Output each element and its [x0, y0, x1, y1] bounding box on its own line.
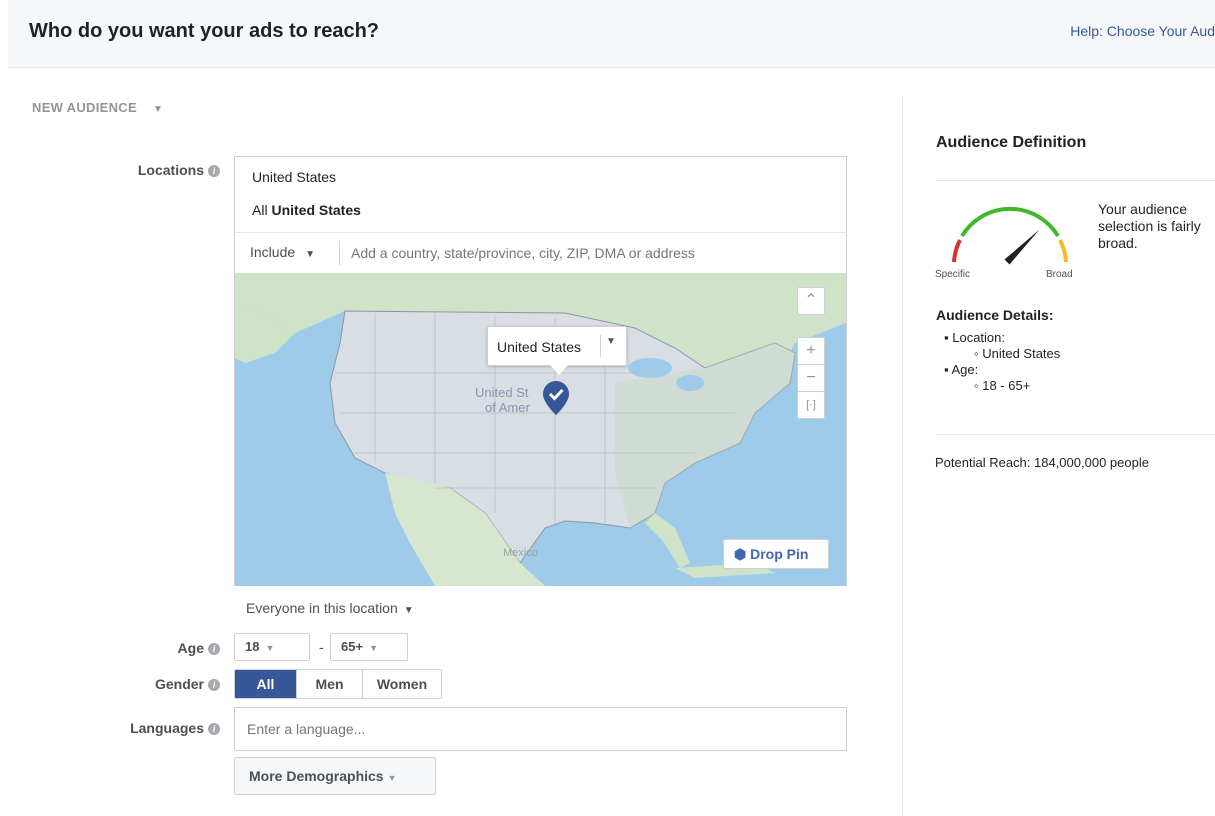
popup-label: United States: [497, 339, 582, 355]
detail-age-item: ▪ Age:: [944, 362, 979, 377]
location-map[interactable]: ⌃ + − [·] United St of Amer Mexico Unite…: [235, 273, 846, 586]
age-separator: -: [319, 639, 324, 655]
gauge-needle: [1004, 229, 1040, 265]
caret-down-icon: ▼: [369, 643, 378, 653]
locations-label: Locations i: [20, 162, 220, 178]
detail-location-item: ▪ Location:: [944, 330, 1005, 345]
popup-separator: [600, 335, 601, 357]
age-max-select[interactable]: 65+ ▼: [330, 633, 408, 661]
sidebar-divider: [936, 180, 1215, 181]
header-bar: Who do you want your ads to reach? Help:…: [8, 0, 1215, 68]
include-dropdown[interactable]: Include ▼: [250, 244, 315, 260]
map-mexico-label: Mexico: [503, 547, 538, 559]
location-type-dropdown[interactable]: Everyone in this location ▼: [246, 600, 414, 616]
location-all-prefix: All: [252, 202, 268, 218]
potential-reach: Potential Reach: 184,000,000 people: [935, 455, 1149, 470]
breadth-text-line1: Your audience: [1098, 201, 1188, 217]
age-min-value: 18: [245, 639, 260, 654]
info-icon[interactable]: i: [208, 723, 220, 735]
location-search-input[interactable]: [351, 241, 831, 265]
drop-pin-label: Drop Pin: [750, 546, 809, 562]
info-icon[interactable]: i: [208, 643, 220, 655]
breadth-text-line3: broad.: [1098, 235, 1138, 251]
caret-down-icon: ▼: [305, 249, 316, 260]
location-include-row: Include ▼: [235, 232, 846, 272]
caret-down-icon[interactable]: ▼: [606, 336, 616, 347]
new-audience-label: NEW AUDIENCE: [32, 100, 137, 115]
collapse-map-button[interactable]: ⌃: [797, 287, 825, 315]
languages-label-text: Languages: [130, 720, 204, 736]
audience-breadth-text: Your audience selection is fairly broad.: [1098, 201, 1215, 252]
zoom-out-button[interactable]: −: [797, 364, 825, 392]
fit-map-icon[interactable]: [·]: [797, 391, 825, 419]
languages-label: Languages i: [20, 720, 220, 736]
popup-tail: [550, 365, 568, 375]
language-input[interactable]: [234, 707, 847, 751]
info-icon[interactable]: i: [208, 679, 220, 691]
caret-down-icon: ▼: [265, 643, 275, 653]
info-icon[interactable]: i: [208, 165, 220, 177]
location-selected-item[interactable]: All United States: [252, 202, 361, 218]
page-title: Who do you want your ads to reach?: [29, 20, 380, 42]
age-max-value: 65+: [341, 639, 364, 654]
include-separator: [339, 241, 340, 265]
audience-details-title: Audience Details:: [936, 307, 1054, 323]
map-location-popup[interactable]: United States ▼: [487, 326, 627, 375]
gender-label-text: Gender: [154, 676, 204, 692]
audience-details-list: ▪ Location: ◦ United States ▪ Age: ◦ 18 …: [936, 330, 1060, 394]
gender-toggle-group: All Men Women: [234, 669, 442, 699]
detail-age-value: 18 - 65+: [982, 378, 1031, 393]
detail-age-label: Age:: [951, 362, 979, 377]
caret-down-icon: ▼: [387, 773, 397, 783]
include-label: Include: [250, 244, 296, 260]
map-land-label-line1: United St: [475, 385, 529, 400]
age-min-select[interactable]: 18 ▼: [234, 633, 310, 661]
locations-panel: United States All United States Include ▼: [234, 156, 847, 586]
more-demographics-label: More Demographics: [249, 768, 384, 784]
help-link[interactable]: Help: Choose Your Aud: [1070, 23, 1215, 39]
location-type-label: Everyone in this location: [246, 600, 398, 616]
gender-women-button[interactable]: Women: [363, 670, 441, 698]
location-country-heading: United States: [252, 169, 337, 185]
zoom-in-button[interactable]: +: [797, 337, 825, 365]
more-demographics-button[interactable]: More Demographics ▼: [234, 757, 436, 795]
gender-all-button[interactable]: All: [235, 670, 297, 698]
map-pin-icon[interactable]: [543, 381, 569, 415]
gauge-specific-label: Specific: [935, 269, 971, 280]
caret-down-icon: ▼: [152, 104, 164, 115]
gender-label: Gender i: [20, 676, 220, 692]
detail-location-label: Location:: [952, 330, 1005, 345]
map-land-label-line2: of Amer: [485, 400, 530, 415]
detail-location-value-item: ◦ United States: [974, 346, 1061, 361]
age-label-text: Age: [177, 640, 204, 656]
audience-definition-title: Audience Definition: [936, 134, 1087, 151]
pin-icon: ⬢: [734, 546, 747, 562]
caret-down-icon: ▼: [403, 605, 414, 616]
gauge-broad-label: Broad: [1046, 269, 1073, 280]
sidebar-divider: [936, 434, 1215, 435]
age-label: Age i: [20, 640, 220, 656]
detail-age-value-item: ◦ 18 - 65+: [974, 378, 1031, 393]
location-all-country: United States: [271, 202, 361, 218]
breadth-text-line2: selection is fairly: [1098, 218, 1201, 234]
drop-pin-button[interactable]: ⬢ Drop Pin: [723, 539, 829, 569]
column-divider: [902, 98, 903, 816]
new-audience-dropdown[interactable]: NEW AUDIENCE ▼: [32, 100, 163, 115]
map-land-label: United St of Amer: [475, 385, 530, 415]
audience-breadth-gauge: [952, 206, 1068, 265]
detail-location-value: United States: [982, 346, 1061, 361]
locations-label-text: Locations: [137, 162, 204, 178]
gender-men-button[interactable]: Men: [297, 670, 363, 698]
